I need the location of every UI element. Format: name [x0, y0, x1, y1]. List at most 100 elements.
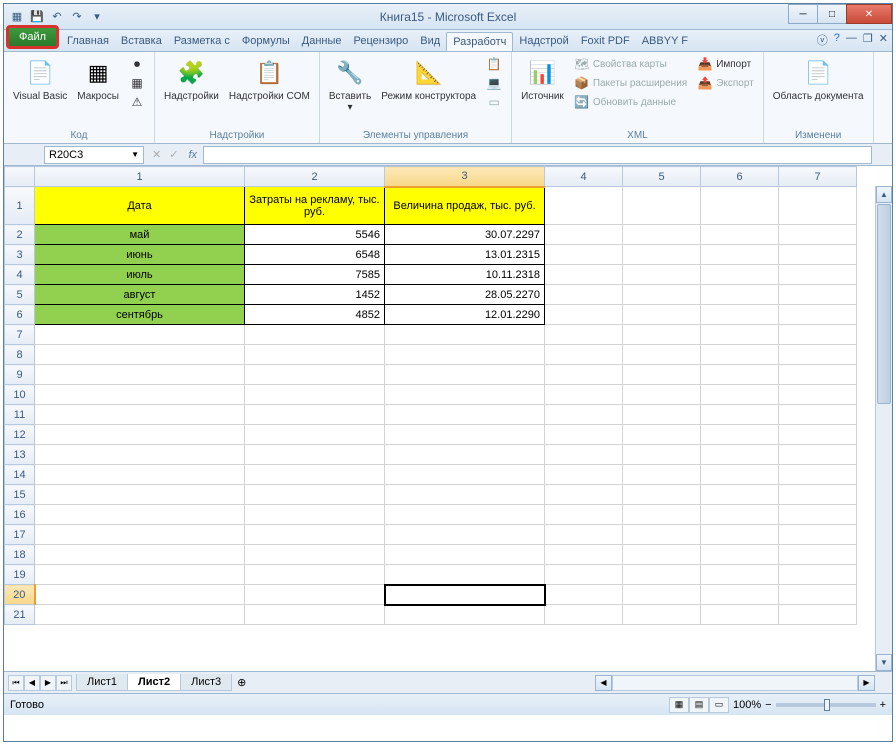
scroll-up-icon[interactable]: ▲	[876, 186, 892, 203]
cell[interactable]	[545, 285, 623, 305]
cell-cost[interactable]: 6548	[245, 245, 385, 265]
cell[interactable]	[779, 545, 857, 565]
cell[interactable]	[623, 585, 701, 605]
cell[interactable]	[545, 225, 623, 245]
qat-more-icon[interactable]: ▾	[88, 8, 106, 26]
cell[interactable]	[623, 325, 701, 345]
tab-рецензиро[interactable]: Рецензиро	[348, 32, 415, 51]
sheet-tab-Лист2[interactable]: Лист2	[127, 674, 181, 691]
cell[interactable]	[245, 365, 385, 385]
cell[interactable]	[35, 585, 245, 605]
cell[interactable]	[701, 425, 779, 445]
cell[interactable]	[779, 525, 857, 545]
cell-sales[interactable]: 28.05.2270	[385, 285, 545, 305]
redo-icon[interactable]: ↷	[68, 8, 86, 26]
cell-month[interactable]: июль	[35, 265, 245, 285]
cell[interactable]	[701, 285, 779, 305]
sheet-tab-Лист3[interactable]: Лист3	[180, 674, 232, 691]
tab-abbyy f[interactable]: ABBYY F	[636, 32, 694, 51]
row-header-1[interactable]: 1	[5, 187, 35, 225]
cell[interactable]	[545, 485, 623, 505]
cell[interactable]	[545, 265, 623, 285]
cell[interactable]	[779, 265, 857, 285]
cell[interactable]	[245, 585, 385, 605]
cell[interactable]	[35, 605, 245, 625]
cell[interactable]	[245, 485, 385, 505]
fx-button[interactable]: fx	[182, 149, 203, 161]
cell[interactable]	[35, 405, 245, 425]
cell[interactable]	[545, 545, 623, 565]
cell[interactable]	[245, 525, 385, 545]
cell[interactable]	[245, 405, 385, 425]
cell[interactable]	[545, 345, 623, 365]
run-dialog-button[interactable]: ▭	[483, 93, 505, 111]
close-button[interactable]: ✕	[846, 4, 892, 24]
ribbon-minimize-icon[interactable]: ⓥ	[817, 32, 828, 48]
row-header-9[interactable]: 9	[5, 365, 35, 385]
cell[interactable]	[545, 365, 623, 385]
expansion-packs-button[interactable]: 📦Пакеты расширения	[571, 74, 690, 92]
workbook-close-icon[interactable]: ✕	[879, 32, 888, 48]
cell[interactable]	[545, 385, 623, 405]
cell[interactable]	[385, 545, 545, 565]
visual-basic-button[interactable]: 📄 Visual Basic	[10, 55, 70, 104]
cell[interactable]	[623, 187, 701, 225]
cell[interactable]	[385, 365, 545, 385]
tab-вставка[interactable]: Вставка	[115, 32, 168, 51]
cell[interactable]	[779, 485, 857, 505]
cell[interactable]	[623, 565, 701, 585]
cell[interactable]	[385, 405, 545, 425]
cell[interactable]	[779, 425, 857, 445]
cell[interactable]	[701, 605, 779, 625]
row-header-10[interactable]: 10	[5, 385, 35, 405]
row-header-15[interactable]: 15	[5, 485, 35, 505]
row-header-14[interactable]: 14	[5, 465, 35, 485]
row-header-3[interactable]: 3	[5, 245, 35, 265]
sheet-nav-prev-icon[interactable]: ◀	[24, 675, 40, 691]
cell-month[interactable]: август	[35, 285, 245, 305]
view-layout-icon[interactable]: ▤	[689, 697, 709, 713]
record-macro-button[interactable]: ⏺	[126, 55, 148, 73]
row-header-12[interactable]: 12	[5, 425, 35, 445]
cancel-formula-icon[interactable]: ✕	[148, 148, 165, 161]
cell[interactable]	[623, 505, 701, 525]
namebox-dropdown-icon[interactable]: ▼	[131, 150, 139, 159]
cell[interactable]	[245, 425, 385, 445]
design-mode-button[interactable]: 📐 Режим конструктора	[378, 55, 479, 104]
cell[interactable]	[623, 465, 701, 485]
cell[interactable]	[545, 465, 623, 485]
cell[interactable]	[701, 405, 779, 425]
cell[interactable]	[245, 325, 385, 345]
cell[interactable]	[545, 605, 623, 625]
tab-разметка с[interactable]: Разметка с	[168, 32, 236, 51]
formula-input[interactable]	[203, 146, 872, 164]
enter-formula-icon[interactable]: ✓	[165, 148, 182, 161]
cell[interactable]	[623, 305, 701, 325]
cell[interactable]	[385, 505, 545, 525]
cell[interactable]	[623, 265, 701, 285]
cell[interactable]	[545, 445, 623, 465]
zoom-in-button[interactable]: +	[880, 699, 886, 711]
workbook-min-icon[interactable]: —	[846, 32, 857, 48]
import-button[interactable]: 📥Импорт	[694, 55, 757, 73]
row-header-5[interactable]: 5	[5, 285, 35, 305]
select-all-corner[interactable]	[5, 167, 35, 187]
save-icon[interactable]: 💾	[28, 8, 46, 26]
cell-cost[interactable]: 1452	[245, 285, 385, 305]
cell[interactable]	[545, 305, 623, 325]
cell-month[interactable]: май	[35, 225, 245, 245]
cell[interactable]	[701, 525, 779, 545]
cell[interactable]	[701, 485, 779, 505]
cell-month[interactable]: июнь	[35, 245, 245, 265]
cell[interactable]	[623, 425, 701, 445]
column-header-4[interactable]: 4	[545, 167, 623, 187]
cell[interactable]	[623, 485, 701, 505]
scroll-right-icon[interactable]: ▶	[858, 675, 875, 691]
cell[interactable]	[701, 465, 779, 485]
scroll-down-icon[interactable]: ▼	[876, 654, 892, 671]
cell[interactable]	[385, 585, 545, 605]
cell[interactable]	[245, 345, 385, 365]
cell[interactable]	[35, 425, 245, 445]
new-sheet-icon[interactable]: ⊕	[231, 676, 252, 689]
cell[interactable]	[35, 345, 245, 365]
